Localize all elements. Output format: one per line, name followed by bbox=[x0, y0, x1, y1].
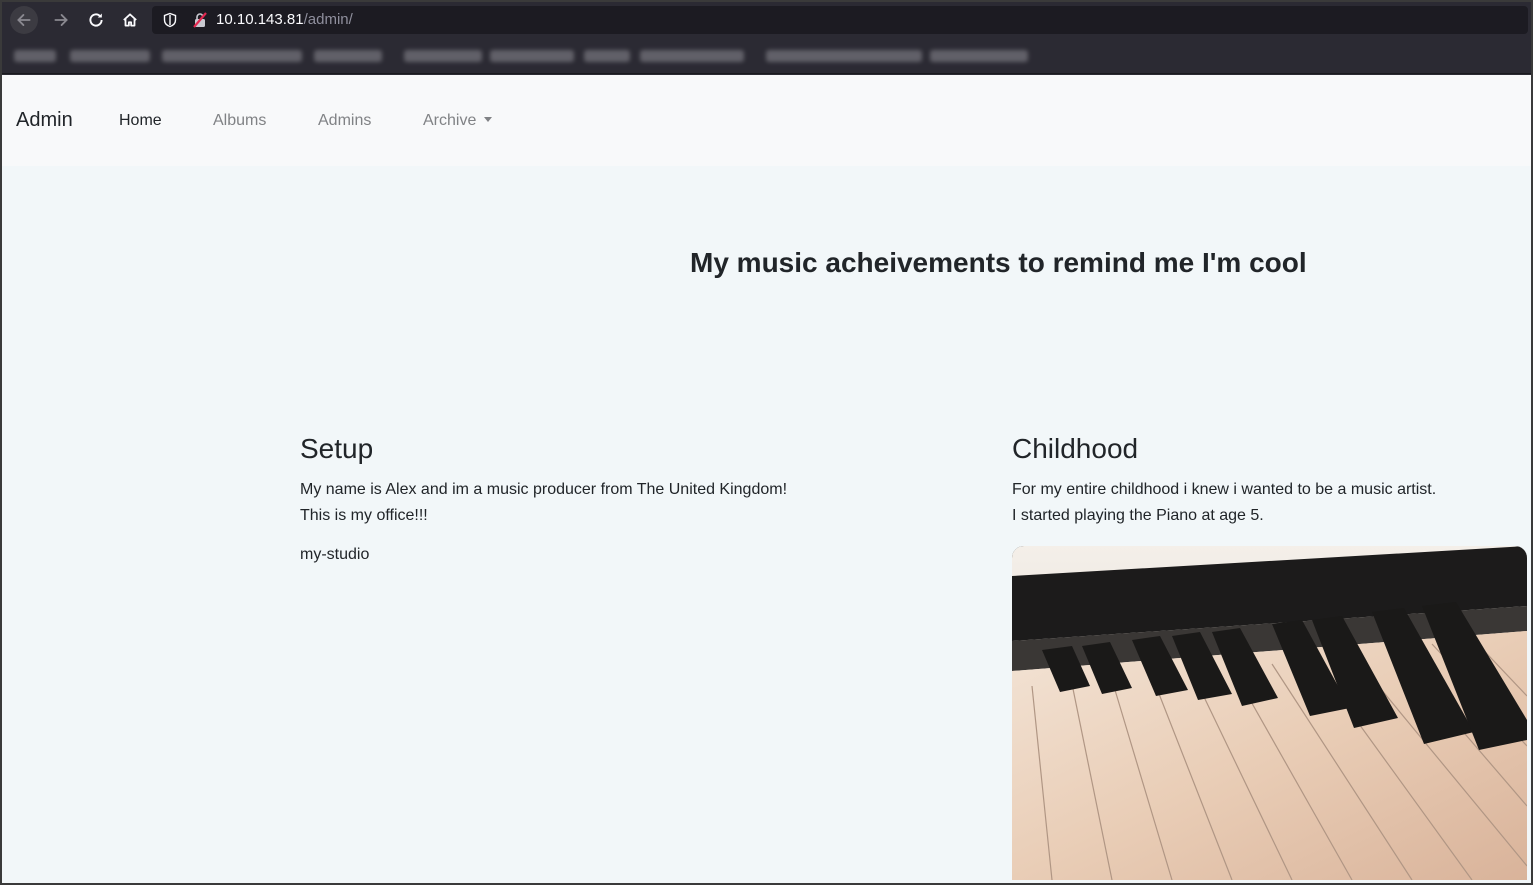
section-heading: Childhood bbox=[1012, 433, 1139, 464]
bookmark-item[interactable] bbox=[766, 50, 922, 62]
nav-dropdown-archive[interactable]: Archive bbox=[423, 112, 493, 130]
nav-link-home[interactable]: Home bbox=[119, 112, 162, 130]
bookmark-item[interactable] bbox=[490, 50, 574, 62]
reload-button[interactable] bbox=[82, 6, 110, 34]
nav-link-admins[interactable]: Admins bbox=[318, 112, 371, 130]
home-button[interactable] bbox=[116, 6, 144, 34]
home-icon bbox=[123, 13, 137, 27]
browser-toolbar: 10.10.143.81/admin/ bbox=[2, 2, 1531, 38]
section-setup: Setup My name is Alex and im a music pro… bbox=[300, 433, 940, 564]
top-navbar: Admin Home Albums Admins Archive bbox=[2, 75, 1531, 166]
bookmark-item[interactable] bbox=[314, 50, 382, 62]
section-childhood: Childhood For my entire childhood i knew… bbox=[1012, 433, 1531, 529]
bookmark-item[interactable] bbox=[584, 50, 630, 62]
bookmark-item[interactable] bbox=[930, 50, 1028, 62]
section-text-line: My name is Alex and im a music producer … bbox=[300, 481, 788, 498]
bookmark-item[interactable] bbox=[640, 50, 744, 62]
bookmarks-bar bbox=[2, 38, 1531, 74]
hero-title: My music acheivements to remind me I'm c… bbox=[690, 247, 1307, 278]
web-page: Admin Home Albums Admins Archive My musi… bbox=[2, 75, 1531, 883]
nav-link-albums[interactable]: Albums bbox=[213, 112, 266, 130]
forward-button[interactable] bbox=[47, 6, 75, 34]
section-text-line: This is my office!!! bbox=[300, 507, 428, 524]
nav-archive-label: Archive bbox=[423, 112, 477, 129]
url-text[interactable]: 10.10.143.81/admin/ bbox=[216, 11, 353, 28]
bookmark-item[interactable] bbox=[70, 50, 150, 62]
navbar-brand[interactable]: Admin bbox=[16, 109, 73, 132]
url-bar[interactable]: 10.10.143.81/admin/ bbox=[152, 6, 1528, 34]
section-text-line: For my entire childhood i knew i wanted … bbox=[1012, 481, 1437, 498]
piano-image bbox=[1012, 546, 1527, 880]
section-text-line: I started playing the Piano at age 5. bbox=[1012, 507, 1264, 524]
section-heading: Setup bbox=[300, 433, 374, 464]
shield-icon[interactable] bbox=[162, 12, 178, 28]
bookmark-item[interactable] bbox=[162, 50, 302, 62]
chevron-down-icon bbox=[484, 117, 493, 122]
bookmark-item[interactable] bbox=[14, 50, 56, 62]
bookmark-item[interactable] bbox=[404, 50, 482, 62]
back-arrow-icon bbox=[17, 14, 31, 26]
broken-image-alt-text: my-studio bbox=[300, 546, 370, 563]
browser-window: 10.10.143.81/admin/ Admin Home Albums Ad… bbox=[0, 0, 1533, 885]
url-path: /admin/ bbox=[303, 11, 353, 28]
forward-arrow-icon bbox=[54, 14, 68, 26]
reload-icon bbox=[89, 13, 103, 27]
insecure-lock-icon[interactable] bbox=[192, 12, 208, 28]
back-button[interactable] bbox=[10, 6, 38, 34]
url-host: 10.10.143.81 bbox=[216, 11, 304, 28]
